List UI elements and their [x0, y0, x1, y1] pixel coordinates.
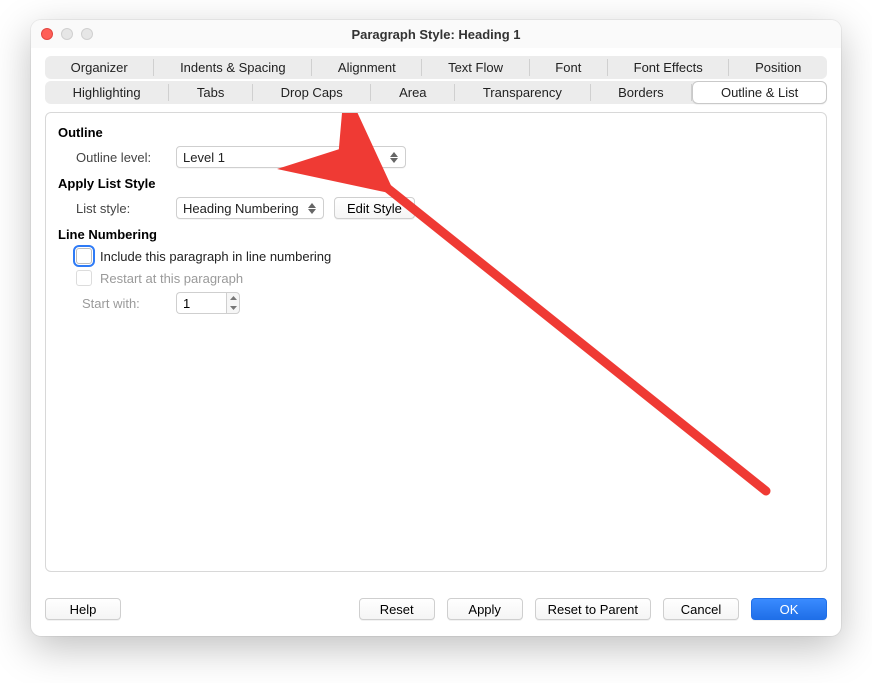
outline-header: Outline: [58, 125, 814, 140]
restart-checkbox-row: Restart at this paragraph: [76, 270, 814, 286]
dialog-window: Paragraph Style: Heading 1 Organizer Ind…: [31, 20, 841, 636]
close-icon[interactable]: [41, 28, 53, 40]
titlebar: Paragraph Style: Heading 1: [31, 20, 841, 48]
settings-pane: Outline Outline level: Level 1 Apply Lis…: [45, 112, 827, 572]
outline-level-value: Level 1: [183, 150, 225, 165]
chevron-updown-icon: [305, 200, 319, 216]
include-checkbox[interactable]: [76, 248, 92, 264]
tab-transparency[interactable]: Transparency: [455, 81, 589, 104]
window-title: Paragraph Style: Heading 1: [31, 27, 841, 42]
restart-checkbox-label: Restart at this paragraph: [100, 271, 243, 286]
list-style-value: Heading Numbering: [183, 201, 299, 216]
outline-level-label: Outline level:: [76, 150, 176, 165]
tab-area[interactable]: Area: [371, 81, 454, 104]
include-checkbox-row: Include this paragraph in line numbering: [76, 248, 814, 264]
start-with-stepper[interactable]: [176, 292, 240, 314]
tab-text-flow[interactable]: Text Flow: [422, 56, 528, 79]
tab-strip: Organizer Indents & Spacing Alignment Te…: [45, 56, 827, 104]
minimize-icon: [61, 28, 73, 40]
footer: Help Reset Apply Reset to Parent Cancel …: [31, 586, 841, 636]
tab-font[interactable]: Font: [530, 56, 607, 79]
tab-borders[interactable]: Borders: [591, 81, 692, 104]
outline-level-select[interactable]: Level 1: [176, 146, 406, 168]
tab-outline-list[interactable]: Outline & List: [692, 81, 827, 104]
ok-button[interactable]: OK: [751, 598, 827, 620]
help-button[interactable]: Help: [45, 598, 121, 620]
include-checkbox-label: Include this paragraph in line numbering: [100, 249, 331, 264]
chevron-updown-icon: [387, 149, 401, 165]
maximize-icon: [81, 28, 93, 40]
tab-alignment[interactable]: Alignment: [312, 56, 421, 79]
outline-level-row: Outline level: Level 1: [76, 146, 814, 168]
list-style-header: Apply List Style: [58, 176, 814, 191]
apply-button[interactable]: Apply: [447, 598, 523, 620]
start-with-row: Start with:: [82, 292, 814, 314]
tab-drop-caps[interactable]: Drop Caps: [253, 81, 370, 104]
reset-to-parent-button[interactable]: Reset to Parent: [535, 598, 651, 620]
tab-row-1: Organizer Indents & Spacing Alignment Te…: [45, 56, 827, 79]
tab-tabs[interactable]: Tabs: [169, 81, 252, 104]
list-style-label: List style:: [76, 201, 176, 216]
list-style-select[interactable]: Heading Numbering: [176, 197, 324, 219]
start-with-input[interactable]: [176, 292, 226, 314]
chevron-down-icon[interactable]: [227, 303, 239, 313]
tab-indents-spacing[interactable]: Indents & Spacing: [154, 56, 311, 79]
restart-checkbox[interactable]: [76, 270, 92, 286]
tab-position[interactable]: Position: [729, 56, 827, 79]
start-with-label: Start with:: [82, 296, 176, 311]
line-numbering-header: Line Numbering: [58, 227, 814, 242]
tab-row-2: Highlighting Tabs Drop Caps Area Transpa…: [45, 81, 827, 104]
chevron-up-icon[interactable]: [227, 293, 239, 303]
traffic-lights: [41, 28, 93, 40]
content-area: Organizer Indents & Spacing Alignment Te…: [31, 48, 841, 586]
list-style-row: List style: Heading Numbering Edit Style: [76, 197, 814, 219]
reset-button[interactable]: Reset: [359, 598, 435, 620]
cancel-button[interactable]: Cancel: [663, 598, 739, 620]
tab-highlighting[interactable]: Highlighting: [45, 81, 168, 104]
tab-organizer[interactable]: Organizer: [45, 56, 153, 79]
stepper-buttons[interactable]: [226, 292, 240, 314]
edit-style-button[interactable]: Edit Style: [334, 197, 415, 219]
tab-font-effects[interactable]: Font Effects: [608, 56, 728, 79]
